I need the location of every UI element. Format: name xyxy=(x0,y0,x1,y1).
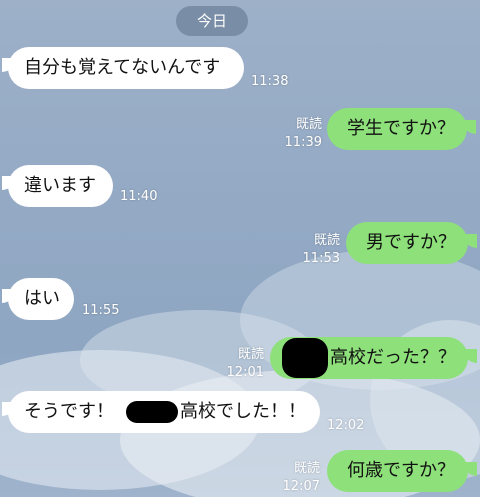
read-receipt: 既読 xyxy=(293,461,320,476)
message-time: 11:39 xyxy=(284,135,322,150)
message-bubble[interactable]: 男ですか？ xyxy=(346,222,468,264)
message-text: 高校だった？？ xyxy=(330,347,456,368)
message-bubble[interactable]: 何歳ですか？ xyxy=(327,450,468,492)
message-bubble[interactable]: 学生ですか？ xyxy=(327,108,467,150)
read-receipt: 既読 xyxy=(313,233,340,248)
message-time: 12:07 xyxy=(282,479,320,494)
message-time: 11:38 xyxy=(251,74,289,89)
date-separator: 今日 xyxy=(176,6,248,36)
message-bubble[interactable]: はい xyxy=(8,278,74,320)
message-time: 11:53 xyxy=(302,251,340,266)
message-time: 12:01 xyxy=(226,365,264,380)
message-time: 12:02 xyxy=(327,418,365,433)
message-time: 11:55 xyxy=(82,303,120,318)
read-receipt: 既読 xyxy=(295,117,322,132)
message-time: 11:40 xyxy=(120,189,158,204)
message-text-before: そうです！ xyxy=(24,401,114,422)
message-bubble[interactable]: 違います xyxy=(8,165,113,207)
message-text-after: 高校でした！！ xyxy=(180,401,306,422)
redaction-mark xyxy=(126,401,178,423)
message-bubble[interactable]: 自分も覚えてないんです xyxy=(8,47,244,89)
message-bubble[interactable]: 高校だった？？ xyxy=(270,337,468,379)
read-receipt: 既読 xyxy=(237,347,264,362)
redaction-mark xyxy=(282,338,328,378)
message-bubble[interactable]: そうです！ 高校でした！！ xyxy=(8,391,320,433)
